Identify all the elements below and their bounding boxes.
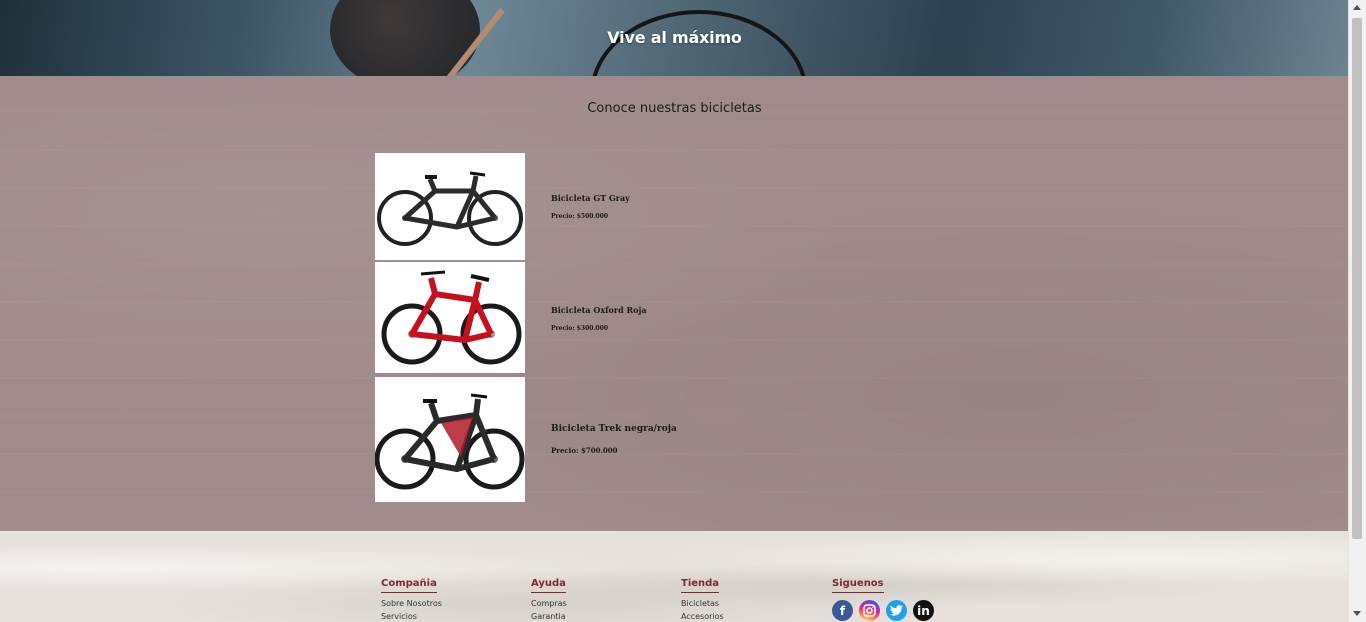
social-icons: f in [832, 600, 934, 621]
bike-image-gt-gray [377, 171, 523, 246]
facebook-icon[interactable]: f [832, 600, 853, 621]
product-image[interactable] [375, 377, 525, 502]
footer: Compañia Sobre Nosotros Servicios Ayuda … [0, 531, 1349, 622]
footer-column-social: Siguenos f in [832, 571, 934, 621]
footer-link-bicycles[interactable]: Bicicletas [681, 599, 724, 608]
scroll-down-icon[interactable] [1353, 611, 1361, 616]
footer-link-purchases[interactable]: Compras [531, 599, 567, 608]
footer-column-help: Ayuda Compras Garantia [531, 571, 567, 621]
twitter-icon[interactable] [886, 600, 907, 621]
footer-heading: Siguenos [832, 578, 884, 593]
product-name[interactable]: Bicicleta Trek negra/roja [551, 424, 677, 434]
footer-heading: Ayuda [531, 578, 566, 593]
scroll-up-icon[interactable] [1353, 5, 1361, 10]
footer-link-services[interactable]: Servicios [381, 612, 442, 621]
product-name[interactable]: Bicicleta Oxford Roja [551, 305, 647, 315]
linkedin-icon[interactable]: in [913, 600, 934, 621]
product-price: Precio: $300.000 [551, 325, 609, 332]
page-scrollbar[interactable] [1348, 0, 1366, 622]
bike-image-oxford-roja [381, 270, 522, 365]
footer-link-accessories[interactable]: Accesorios [681, 612, 724, 621]
product-name[interactable]: Bicicleta GT Gray [551, 193, 630, 203]
footer-heading: Tienda [681, 578, 720, 593]
footer-heading: Compañia [381, 578, 437, 593]
hero-banner: Vive al máximo [0, 0, 1349, 76]
footer-link-about[interactable]: Sobre Nosotros [381, 599, 442, 608]
product-price: Precio: $700.000 [551, 446, 618, 455]
product-image[interactable] [375, 262, 525, 373]
footer-link-warranty[interactable]: Garantia [531, 612, 567, 621]
hero-title: Vive al máximo [607, 28, 742, 47]
scrollbar-thumb[interactable] [1352, 18, 1362, 539]
products-section: Conoce nuestras bicicletas Bicicleta GT … [0, 76, 1349, 531]
product-price: Precio: $500.000 [551, 213, 609, 220]
footer-column-store: Tienda Bicicletas Accesorios [681, 571, 724, 621]
product-image[interactable] [375, 153, 525, 260]
footer-column-company: Compañia Sobre Nosotros Servicios [381, 571, 442, 621]
section-title: Conoce nuestras bicicletas [587, 101, 762, 116]
instagram-icon[interactable] [859, 600, 880, 621]
bike-image-trek [375, 393, 525, 490]
